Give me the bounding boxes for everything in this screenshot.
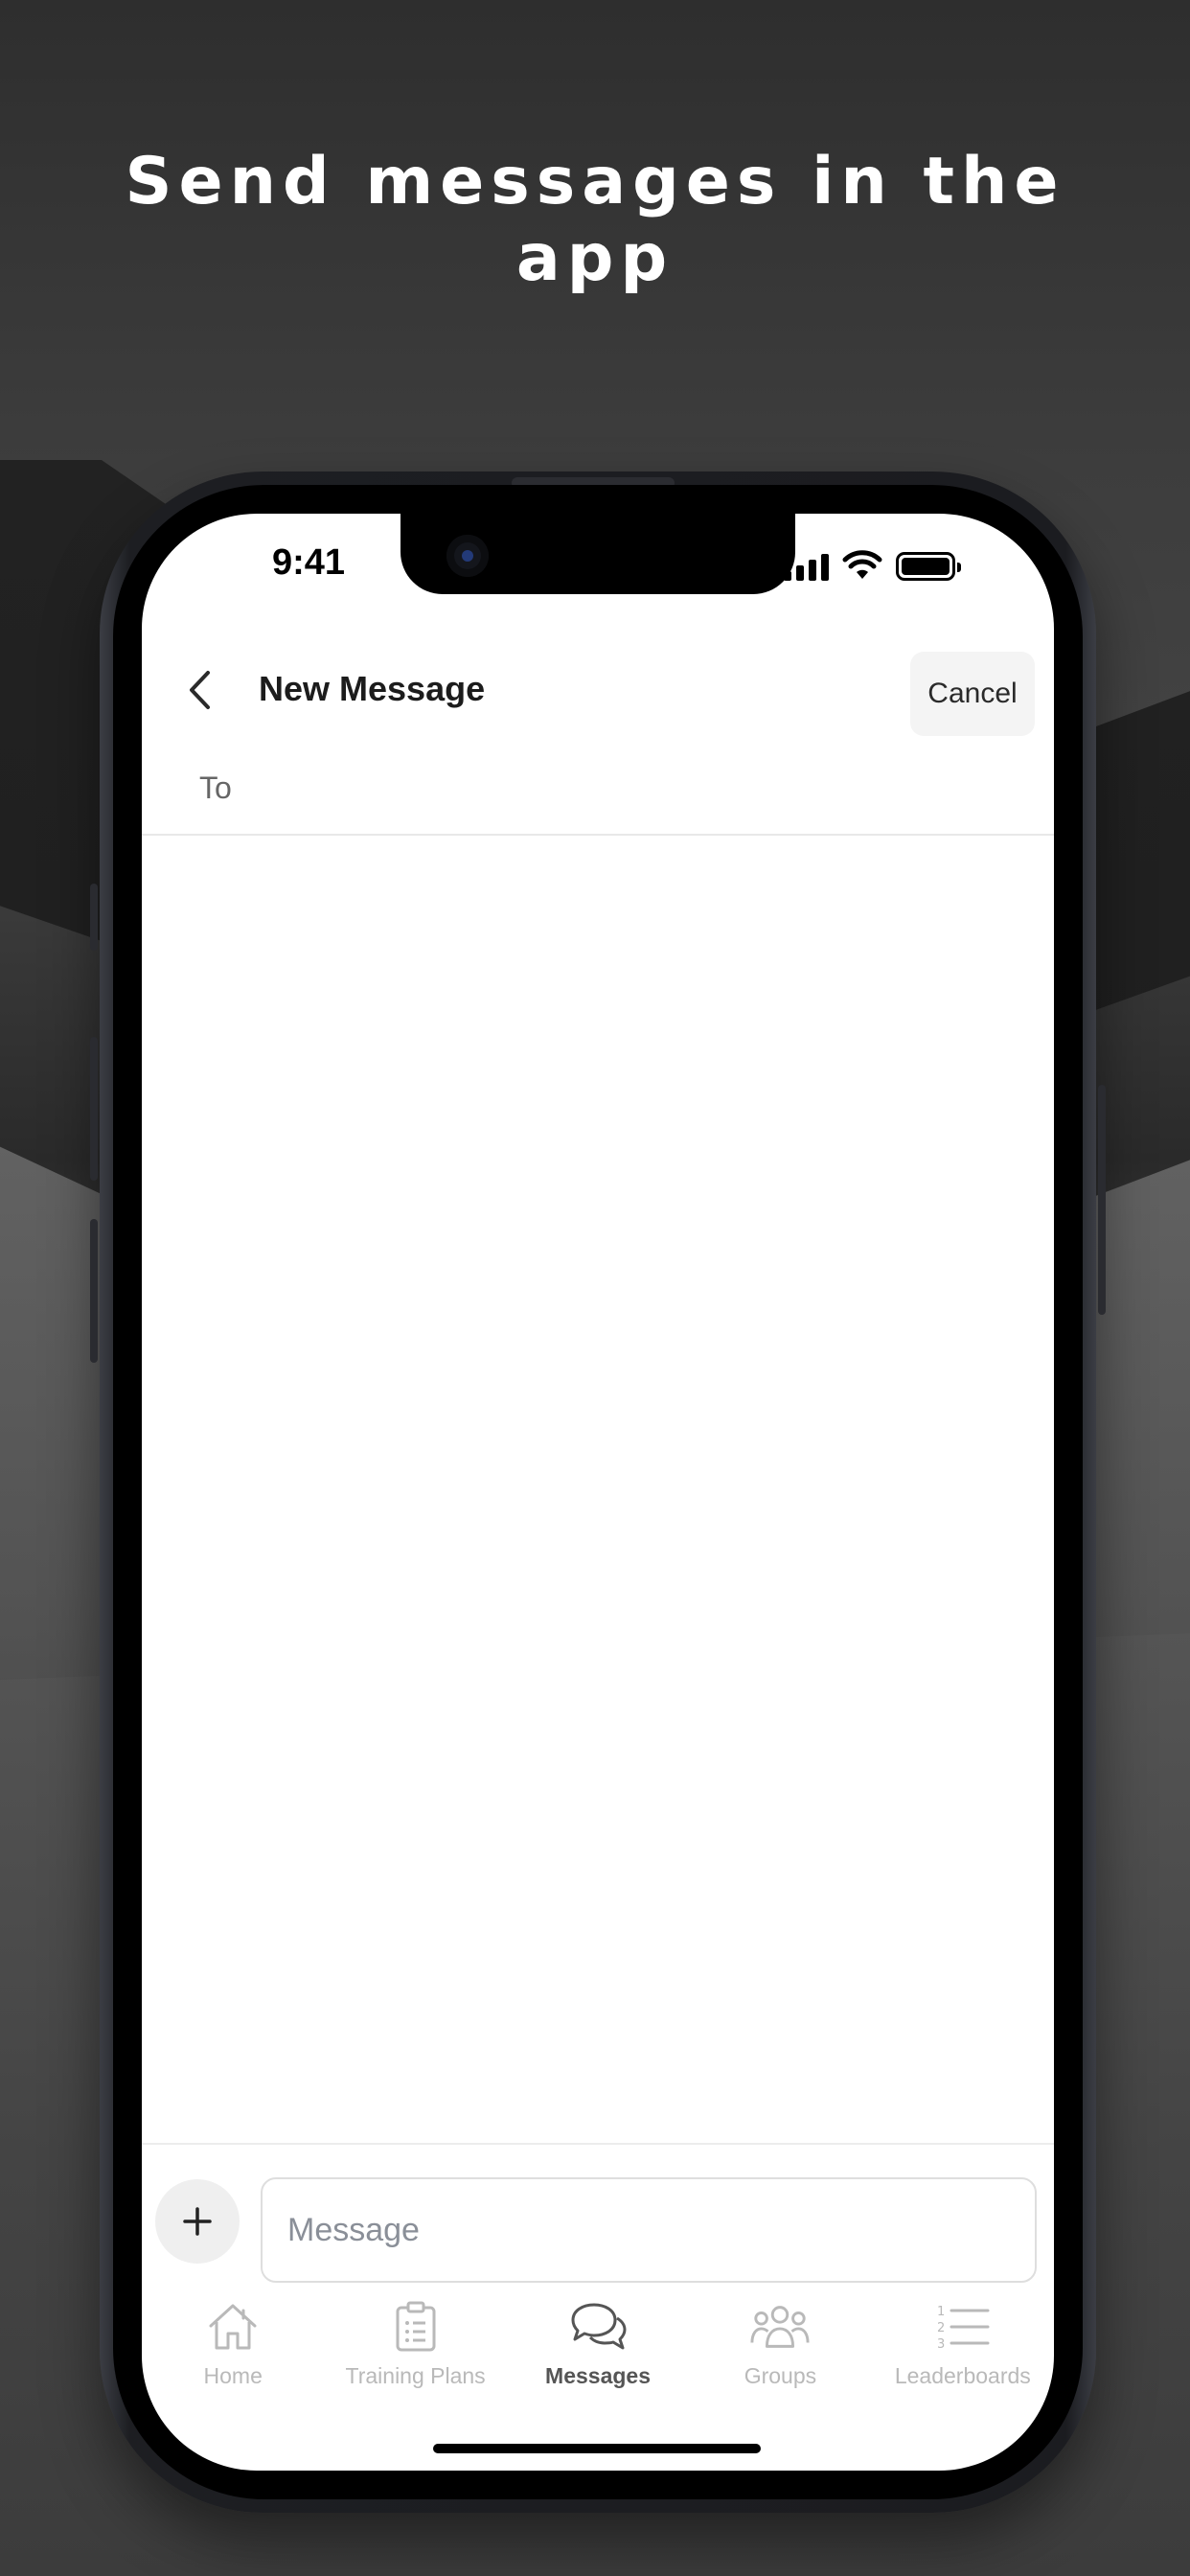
camera-icon (446, 535, 489, 577)
volume-up-button (90, 1037, 98, 1181)
tab-training-plans-label: Training Plans (345, 2363, 486, 2388)
tab-home[interactable]: Home (142, 2298, 324, 2423)
status-time: 9:41 (272, 542, 346, 583)
message-body-area (142, 838, 1054, 2150)
tab-groups-label: Groups (744, 2363, 817, 2388)
tab-leaderboards[interactable]: 1 2 3 Leaderboards (872, 2298, 1054, 2423)
tab-groups[interactable]: Groups (689, 2298, 871, 2423)
phone-frame: 9:41 New Message Cancel To Message Home … (90, 472, 1106, 2513)
home-icon (209, 2304, 257, 2350)
group-icon (750, 2306, 810, 2348)
home-indicator (433, 2444, 761, 2453)
numbered-list-icon: 1 2 3 (937, 2305, 990, 2352)
tab-bar: Home Training Plans Messages Groups 1 2 … (142, 2298, 1054, 2423)
cancel-button[interactable]: Cancel (910, 652, 1035, 736)
battery-icon (896, 552, 961, 581)
svg-text:2: 2 (937, 2321, 945, 2335)
mute-switch (90, 884, 98, 951)
tab-messages[interactable]: Messages (507, 2298, 689, 2423)
headline-line-2: app (515, 220, 675, 296)
clipboard-icon (396, 2301, 436, 2352)
back-button[interactable] (176, 667, 222, 713)
tab-leaderboards-label: Leaderboards (894, 2363, 1031, 2388)
recipient-label: To (199, 770, 232, 805)
tab-home-label: Home (203, 2363, 263, 2388)
tab-training-plans[interactable]: Training Plans (324, 2298, 506, 2423)
signal-icon (784, 552, 829, 581)
recipient-row: To (142, 748, 1054, 836)
app-screen: 9:41 New Message Cancel To Message Home … (142, 514, 1054, 2471)
recipient-input[interactable] (247, 761, 1014, 822)
wifi-icon (842, 550, 882, 579)
headline: Send messages in the app (0, 144, 1190, 297)
nav-header: New Message Cancel (142, 640, 1054, 740)
add-attachment-button[interactable] (155, 2179, 240, 2264)
svg-text:1: 1 (937, 2305, 945, 2319)
svg-text:3: 3 (937, 2337, 945, 2352)
headline-line-1: Send messages in the (125, 144, 1065, 219)
volume-down-button (90, 1219, 98, 1363)
composer-bar (142, 2143, 1054, 2283)
plus-icon (183, 2207, 212, 2236)
chat-bubbles-icon (571, 2303, 627, 2350)
power-button (1098, 1085, 1106, 1315)
page-title: New Message (259, 669, 486, 708)
message-input[interactable] (261, 2177, 1037, 2283)
status-icons (784, 546, 961, 581)
chevron-left-icon (190, 671, 210, 709)
tab-messages-label: Messages (545, 2363, 651, 2388)
